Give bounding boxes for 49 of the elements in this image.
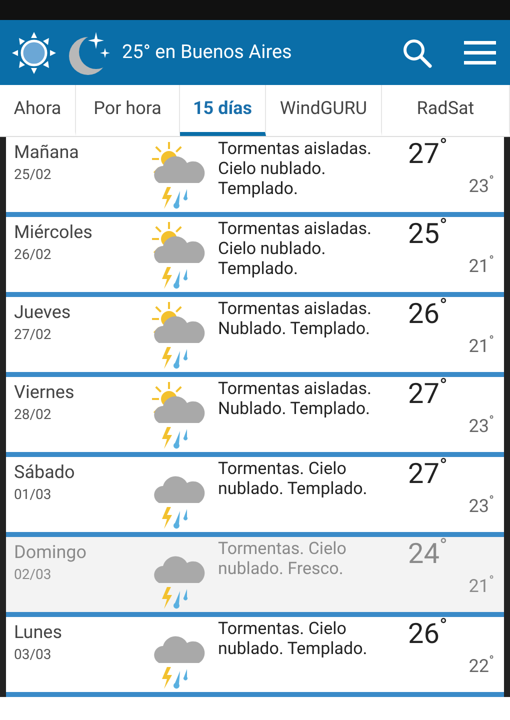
- forecast-summary: Tormentas aisladas. Cielo nublado. Templado.: [218, 218, 373, 279]
- forecast-row[interactable]: Sábado 01/03 Tormentas. Cielo nublado. Templado. 27$^{°}$ 23$^{°}$: [6, 457, 504, 532]
- tab[interactable]: Por hora: [76, 85, 180, 136]
- tab[interactable]: RadSat: [382, 85, 510, 136]
- forecast-row[interactable]: Viernes 28/02 Tormentas aisladas. Nublado. Templado. 27$^{°}$ 23$^{°}$: [6, 377, 504, 452]
- day-date: 25/02: [14, 166, 52, 185]
- day-date: 26/02: [14, 246, 52, 265]
- header-title: 25° en Buenos Aires: [122, 39, 292, 66]
- forecast-summary: Tormentas aisladas. Nublado. Templado.: [218, 378, 373, 419]
- forecast-row[interactable]: Jueves 27/02 Tormentas aisladas. Nublado. Templado. 26$^{°}$ 21$^{°}$: [6, 297, 504, 372]
- tab[interactable]: WindGURU: [266, 85, 382, 136]
- forecast-row[interactable]: Lunes 03/03 Tormentas. Cielo nublado. Templado. 26$^{°}$ 22$^{°}$: [6, 617, 504, 692]
- day-name: Domingo: [14, 541, 87, 565]
- day-name: Jueves: [14, 301, 71, 325]
- day-name: Lunes: [14, 621, 62, 645]
- low-temperature: 23$^{°}$: [468, 175, 494, 199]
- day-date: 01/03: [14, 486, 52, 505]
- day-date: 03/03: [14, 646, 52, 665]
- day-name: Miércoles: [14, 221, 92, 245]
- forecast-summary: Tormentas aisladas. Nublado. Templado.: [218, 298, 373, 339]
- low-temperature: 21$^{°}$: [468, 255, 494, 279]
- high-temperature: 27$^{°}$: [408, 457, 448, 491]
- day-date: 02/03: [14, 566, 52, 585]
- day-name: Sábado: [14, 461, 75, 485]
- high-temperature: 27$^{°}$: [408, 377, 448, 411]
- high-temperature: 25$^{°}$: [408, 217, 448, 251]
- forecast-summary: Tormentas. Cielo nublado. Templado.: [218, 458, 368, 499]
- low-temperature: 23$^{°}$: [468, 415, 494, 439]
- day-date: 27/02: [14, 326, 52, 345]
- tab[interactable]: Ahora: [0, 85, 76, 136]
- day-name: Viernes: [14, 381, 74, 405]
- forecast-summary: Tormentas. Cielo nublado. Templado.: [218, 618, 368, 659]
- high-temperature: 26$^{°}$: [408, 297, 448, 331]
- day-name: Mañana: [14, 141, 79, 165]
- menu-icon[interactable]: [464, 40, 496, 64]
- low-temperature: 21$^{°}$: [468, 335, 494, 359]
- day-date: 28/02: [14, 406, 52, 425]
- low-temperature: 23$^{°}$: [468, 495, 494, 519]
- forecast-row[interactable]: Miércoles 26/02 Tormentas aisladas. Cielo nublado. Templado. 25$^{°}$ 21$^{°}$: [6, 217, 504, 292]
- high-temperature: 24$^{°}$: [408, 537, 448, 571]
- forecast-summary: Tormentas. Cielo nublado. Fresco.: [218, 538, 348, 579]
- high-temperature: 26$^{°}$: [408, 617, 448, 651]
- low-temperature: 22$^{°}$: [468, 655, 494, 679]
- sun-icon: [10, 30, 58, 74]
- high-temperature: 27$^{°}$: [408, 137, 448, 171]
- forecast-summary: Tormentas aisladas. Cielo nublado. Templado.: [218, 138, 373, 199]
- forecast-row[interactable]: Mañana 25/02 Tormentas aisladas. Cielo nublado. Templado. 27$^{°}$ 23$^{°}$: [6, 137, 504, 212]
- search-icon[interactable]: [402, 38, 432, 68]
- low-temperature: 21$^{°}$: [468, 575, 494, 599]
